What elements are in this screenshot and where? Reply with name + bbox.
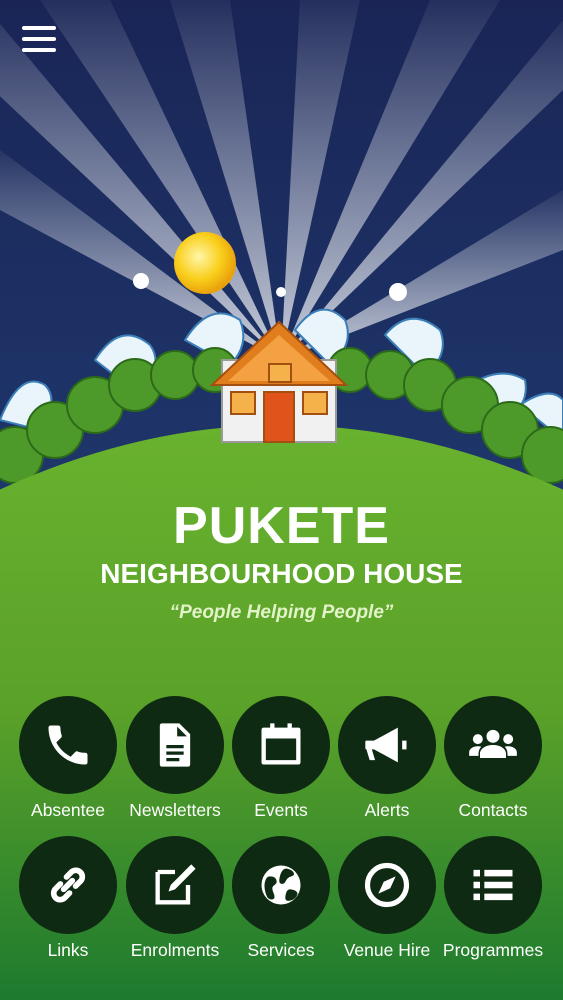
- calendar-icon: [261, 723, 301, 765]
- enrolments-button[interactable]: Enrolments: [120, 836, 230, 961]
- app-subtitle: NEIGHBOURHOOD HOUSE: [100, 558, 463, 589]
- absentee-button[interactable]: Absentee: [13, 696, 123, 821]
- tile-label: Links: [47, 940, 89, 960]
- edit-icon: [155, 864, 196, 905]
- compass-icon: [364, 862, 410, 908]
- tile-label: Alerts: [364, 800, 410, 820]
- list-icon: [473, 869, 513, 901]
- alerts-button[interactable]: Alerts: [332, 696, 442, 821]
- links-button[interactable]: Links: [13, 836, 123, 961]
- venue-hire-button[interactable]: Venue Hire: [332, 836, 442, 961]
- globe-icon: [261, 865, 301, 905]
- app-title: PUKETE: [173, 497, 390, 555]
- megaphone-icon: [365, 727, 407, 763]
- contacts-button[interactable]: Contacts: [438, 696, 548, 821]
- tile-label: Enrolments: [130, 940, 220, 960]
- hamburger-menu-icon[interactable]: [22, 26, 60, 56]
- group-icon: [469, 729, 517, 758]
- tile-label: Services: [247, 940, 315, 960]
- newsletters-button[interactable]: Newsletters: [120, 696, 230, 821]
- services-button[interactable]: Services: [226, 836, 336, 961]
- tile-label: Contacts: [458, 800, 528, 820]
- tile-label: Events: [254, 800, 308, 820]
- app-tagline: “People Helping People”: [169, 602, 394, 623]
- tile-label: Programmes: [442, 940, 544, 960]
- events-button[interactable]: Events: [226, 696, 336, 821]
- tile-label: Newsletters: [129, 800, 221, 820]
- tile-label: Venue Hire: [343, 940, 431, 960]
- phone-icon: [48, 725, 88, 765]
- document-icon: [159, 723, 191, 767]
- tile-label: Absentee: [31, 800, 105, 820]
- link-icon: [50, 867, 86, 903]
- programmes-button[interactable]: Programmes: [438, 836, 548, 961]
